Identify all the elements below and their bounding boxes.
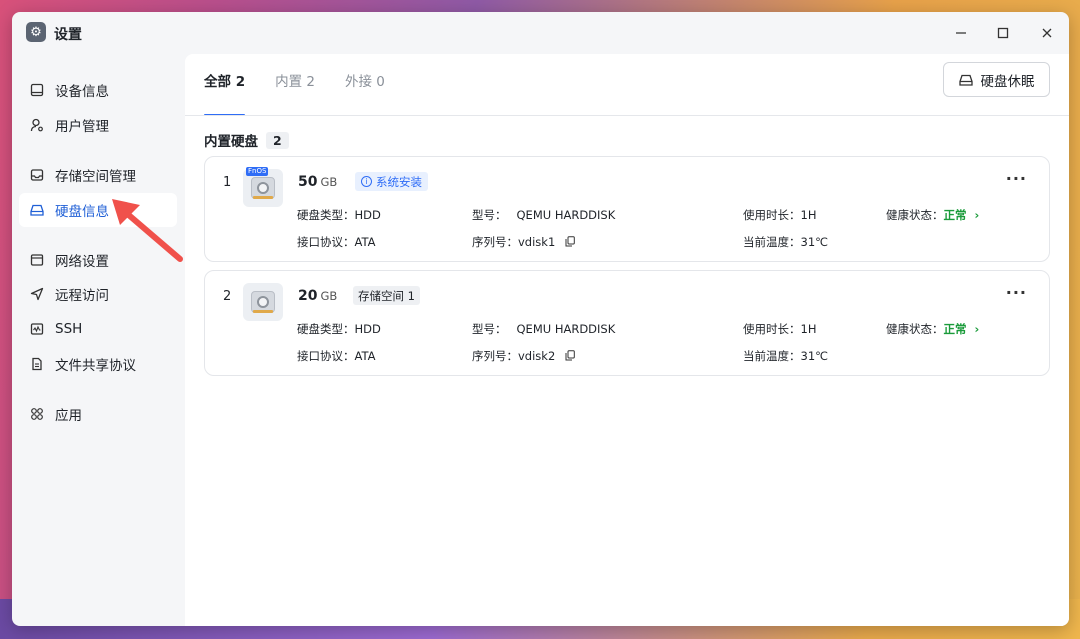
model-field: 型号： QEMU HARDDISK xyxy=(472,322,616,336)
usage-hours-field: 使用时长：1H xyxy=(743,208,817,222)
network-icon xyxy=(29,252,45,268)
disk-size-unit: GB xyxy=(320,175,338,189)
disk-index: 1 xyxy=(223,175,232,190)
main-panel: 全部 2 内置 2 外接 0 硬盘休眠 内置硬盘 2 1 FnOS 50 GB i xyxy=(185,54,1069,626)
sidebar-item-ssh[interactable]: SSH xyxy=(19,312,177,346)
storage-pool-tag: 存储空间 1 xyxy=(353,286,420,305)
sidebar-item-label: 远程访问 xyxy=(55,288,109,304)
health-status-field[interactable]: 健康状态：正常 › xyxy=(886,207,979,223)
disk-card[interactable]: 2 20 GB 存储空间 1 ··· 硬盘类型：HDD 型号： QEMU HARDD… xyxy=(204,270,1050,376)
sidebar-item-label: 设备信息 xyxy=(55,84,109,100)
tab-internal[interactable]: 内置 2 xyxy=(275,68,315,116)
section-title-text: 内置硬盘 xyxy=(204,134,258,150)
copy-icon[interactable] xyxy=(565,350,575,361)
system-logo-badge: FnOS xyxy=(246,167,269,176)
tag-label: 存储空间 1 xyxy=(358,288,415,303)
disk-size-value: 20 xyxy=(298,288,318,304)
temperature-field: 当前温度：31℃ xyxy=(743,235,829,249)
sidebar-item-label: 硬盘信息 xyxy=(55,204,109,220)
more-options-button[interactable]: ··· xyxy=(1006,283,1027,302)
tag-label: 系统安装 xyxy=(376,174,422,189)
close-icon xyxy=(1042,28,1052,38)
sidebar-item-apps[interactable]: 应用 xyxy=(19,397,177,431)
info-icon: i xyxy=(361,176,372,187)
sidebar-item-remote[interactable]: 远程访问 xyxy=(19,277,177,311)
disk-size: 50 GB xyxy=(298,174,337,190)
disk-icon xyxy=(958,74,973,86)
model-field: 型号： QEMU HARDDISK xyxy=(472,208,616,222)
sidebar-item-label: 应用 xyxy=(55,408,82,424)
health-status-field[interactable]: 健康状态：正常 › xyxy=(886,321,979,337)
disk-type-field: 硬盘类型：HDD xyxy=(297,208,381,222)
ssh-icon xyxy=(29,321,45,337)
disk-size: 20 GB xyxy=(298,288,337,304)
device-icon xyxy=(29,82,45,98)
disk-size-value: 50 xyxy=(298,174,318,190)
tabs-divider xyxy=(185,115,1069,116)
sidebar-item-users[interactable]: 用户管理 xyxy=(19,108,177,142)
section-count-badge: 2 xyxy=(266,131,289,149)
minimize-button[interactable] xyxy=(948,22,974,44)
chevron-right-icon: › xyxy=(974,208,980,222)
apps-icon xyxy=(29,406,45,422)
serial-field: 序列号：vdisk2 xyxy=(472,348,575,364)
sidebar-item-label: 用户管理 xyxy=(55,119,109,135)
sidebar-item-file-share[interactable]: 文件共享协议 xyxy=(19,347,177,381)
title-bar: ⚙ 设置 xyxy=(12,12,1069,54)
close-button[interactable] xyxy=(1034,22,1060,44)
remote-icon xyxy=(29,286,45,302)
disk-sleep-label: 硬盘休眠 xyxy=(980,73,1035,90)
copy-icon[interactable] xyxy=(565,236,575,247)
maximize-button[interactable] xyxy=(990,22,1016,44)
disk-type-field: 硬盘类型：HDD xyxy=(297,322,381,336)
system-install-tag: i 系统安装 xyxy=(355,172,428,191)
sidebar-item-device-info[interactable]: 设备信息 xyxy=(19,73,177,107)
temperature-field: 当前温度：31℃ xyxy=(743,349,829,363)
interface-field: 接口协议：ATA xyxy=(297,349,376,363)
maximize-icon xyxy=(997,27,1009,39)
disk-tabs: 全部 2 内置 2 外接 0 xyxy=(204,68,415,116)
hdd-icon xyxy=(243,283,283,321)
sidebar-item-label: SSH xyxy=(55,321,83,337)
disk-size-unit: GB xyxy=(320,289,338,303)
sidebar-item-label: 网络设置 xyxy=(55,254,109,270)
storage-icon xyxy=(29,167,45,183)
tab-all[interactable]: 全部 2 xyxy=(204,68,246,116)
sidebar-item-storage[interactable]: 存储空间管理 xyxy=(19,158,177,192)
section-title: 内置硬盘 2 xyxy=(204,130,289,150)
sidebar-item-label: 文件共享协议 xyxy=(55,358,136,374)
annotation-arrow-icon xyxy=(112,199,183,262)
sidebar: 设备信息 用户管理 存储空间管理 硬盘信息 网络设置 远程访问 SSH 文件共享… xyxy=(12,54,184,626)
usage-hours-field: 使用时长：1H xyxy=(743,322,817,336)
settings-window: ⚙ 设置 设备信息 用户管理 存储空间管理 硬盘信息 网络设置 远程访问 SSH… xyxy=(12,12,1069,626)
user-icon xyxy=(29,117,45,133)
chevron-right-icon: › xyxy=(974,322,980,336)
settings-app-icon: ⚙ xyxy=(26,22,46,42)
file-share-icon xyxy=(29,356,45,372)
interface-field: 接口协议：ATA xyxy=(297,235,376,249)
disk-index: 2 xyxy=(223,289,232,304)
serial-field: 序列号：vdisk1 xyxy=(472,234,575,250)
tab-external[interactable]: 外接 0 xyxy=(345,68,385,116)
more-options-button[interactable]: ··· xyxy=(1006,169,1027,188)
window-title: 设置 xyxy=(54,27,82,43)
sidebar-item-label: 存储空间管理 xyxy=(55,169,136,185)
minimize-icon xyxy=(956,32,966,34)
disk-sleep-button[interactable]: 硬盘休眠 xyxy=(943,62,1050,97)
disk-icon xyxy=(29,202,45,218)
disk-card[interactable]: 1 FnOS 50 GB i 系统安装 ··· 硬盘类型：HDD 型号： QEMU … xyxy=(204,156,1050,262)
